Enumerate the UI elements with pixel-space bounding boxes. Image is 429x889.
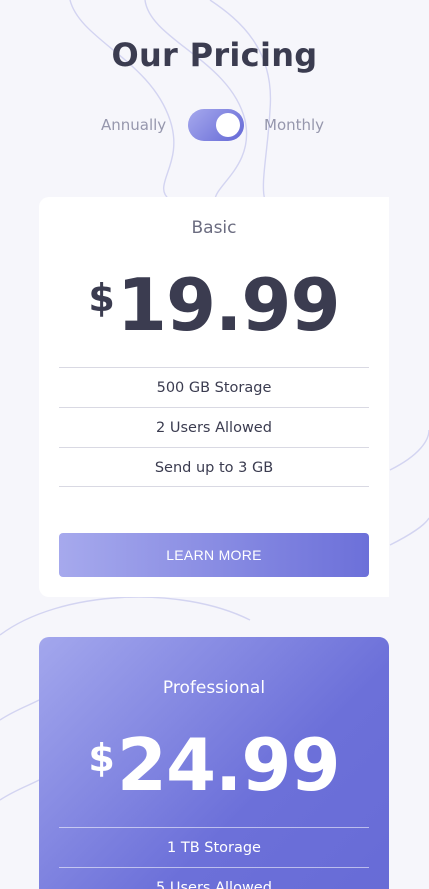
billing-toggle-row: Annually Monthly — [0, 108, 429, 142]
page-title: Our Pricing — [111, 36, 318, 74]
learn-more-button[interactable]: LEARN MORE — [59, 533, 369, 577]
plan-card-professional: Professional $24.99 1 TB Storage 5 Users… — [39, 637, 389, 889]
plan-card-basic: Basic $19.99 500 GB Storage 2 Users Allo… — [39, 197, 389, 597]
pricing-page: Our Pricing Annually Monthly Basic $19.9… — [0, 0, 429, 889]
switch-knob[interactable] — [216, 113, 240, 137]
currency-symbol: $ — [88, 276, 115, 320]
annually-label[interactable]: Annually — [101, 116, 166, 134]
feature-item: 5 Users Allowed — [59, 867, 369, 889]
billing-period-switch[interactable] — [188, 109, 244, 141]
plan-name: Basic — [191, 218, 237, 238]
feature-list: 500 GB Storage 2 Users Allowed Send up t… — [59, 367, 369, 487]
price-amount: 24.99 — [116, 723, 341, 807]
plan-price: $19.99 — [39, 269, 389, 341]
feature-item: 2 Users Allowed — [59, 407, 369, 447]
feature-item: 1 TB Storage — [59, 827, 369, 867]
plan-price: $24.99 — [39, 729, 389, 801]
monthly-label[interactable]: Monthly — [264, 116, 324, 134]
feature-item: 500 GB Storage — [59, 367, 369, 407]
feature-item: Send up to 3 GB — [59, 447, 369, 487]
currency-symbol: $ — [88, 736, 115, 780]
plan-name: Professional — [162, 678, 266, 698]
price-amount: 19.99 — [116, 263, 341, 347]
feature-list: 1 TB Storage 5 Users Allowed — [59, 827, 369, 889]
